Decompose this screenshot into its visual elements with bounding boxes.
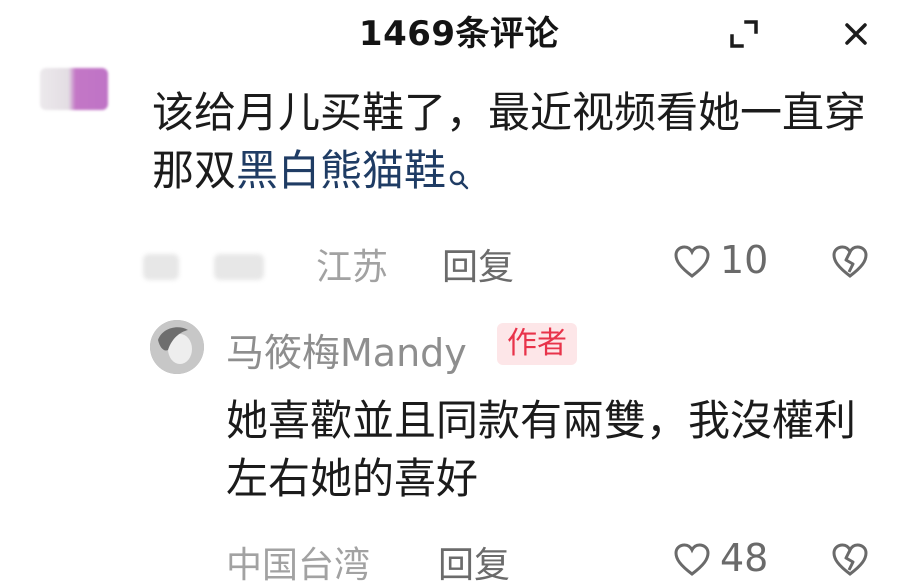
reply-location: 中国台湾 bbox=[226, 545, 371, 586]
broken-heart-icon[interactable] bbox=[830, 242, 870, 282]
comment-text: 该给月儿买鞋了，最近视频看她一直穿那双黑白熊猫鞋 bbox=[152, 84, 882, 206]
author-avatar[interactable] bbox=[150, 320, 204, 374]
reply-meta-row: 中国台湾 回复 48 bbox=[0, 536, 918, 586]
avatar[interactable] bbox=[40, 68, 108, 110]
heart-outline-icon[interactable] bbox=[672, 242, 712, 282]
reply-button[interactable]: 回复 bbox=[438, 536, 510, 588]
expand-icon[interactable] bbox=[722, 12, 766, 56]
like-count: 10 bbox=[720, 238, 769, 282]
comment-location: 江苏 bbox=[316, 247, 389, 288]
keyword-link[interactable]: 黑白熊猫鞋 bbox=[236, 146, 446, 195]
author-badge: 作者 bbox=[497, 323, 577, 365]
heart-outline-icon[interactable] bbox=[672, 540, 712, 580]
reply-text: 她喜歡並且同款有兩雙，我沒權利左右她的喜好 bbox=[226, 396, 857, 503]
blurred-timestamp bbox=[214, 254, 264, 280]
close-icon[interactable] bbox=[834, 12, 878, 56]
like-count: 48 bbox=[720, 536, 769, 580]
broken-heart-icon[interactable] bbox=[830, 540, 870, 580]
author-name[interactable]: 马筱梅Mandy bbox=[226, 322, 467, 377]
comment-meta-row: 江苏 回复 10 bbox=[0, 238, 918, 288]
reply-button[interactable]: 回复 bbox=[442, 238, 514, 290]
search-icon[interactable] bbox=[448, 148, 470, 206]
comments-count-title: 1469条评论 bbox=[358, 14, 560, 54]
blurred-username bbox=[143, 254, 179, 280]
